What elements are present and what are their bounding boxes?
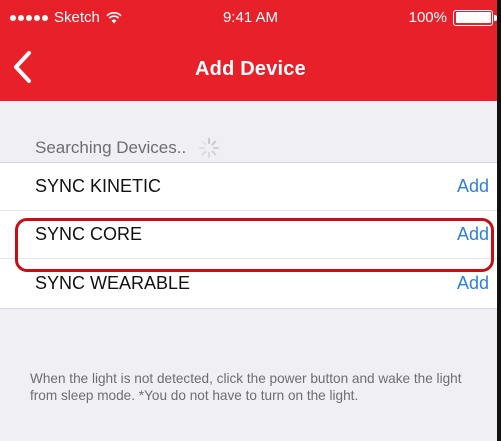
status-right: 100% bbox=[408, 9, 497, 26]
searching-label: Searching Devices.. bbox=[35, 138, 187, 157]
navigation-bar: Add Device bbox=[0, 36, 501, 101]
add-button-sync-wearable[interactable]: Add bbox=[457, 273, 489, 294]
add-button-sync-core[interactable]: Add bbox=[457, 224, 489, 245]
device-list: SYNC KINETIC Add SYNC CORE Add SYNC WEAR… bbox=[0, 162, 501, 309]
device-frame-edge bbox=[497, 0, 501, 441]
battery-icon bbox=[453, 9, 497, 26]
device-row-sync-kinetic: SYNC KINETIC Add bbox=[0, 163, 501, 211]
searching-status: Searching Devices.. bbox=[35, 136, 220, 160]
help-text: When the light is not detected, click th… bbox=[30, 371, 462, 403]
loading-spinner-icon bbox=[198, 137, 220, 159]
page-title: Add Device bbox=[195, 58, 306, 80]
device-row-sync-core: SYNC CORE Add bbox=[0, 211, 501, 259]
add-button-sync-kinetic[interactable]: Add bbox=[457, 176, 489, 197]
add-device-screen: Sketch 9:41 AM 100% Add Device Searching… bbox=[0, 0, 501, 441]
header: Sketch 9:41 AM 100% Add Device bbox=[0, 0, 501, 101]
device-row-sync-wearable: SYNC WEARABLE Add bbox=[0, 259, 501, 308]
device-name: SYNC KINETIC bbox=[35, 176, 162, 196]
battery-percentage: 100% bbox=[408, 9, 447, 26]
device-name: SYNC WEARABLE bbox=[35, 273, 191, 293]
status-bar: Sketch 9:41 AM 100% bbox=[0, 0, 501, 36]
device-name: SYNC CORE bbox=[35, 224, 143, 244]
